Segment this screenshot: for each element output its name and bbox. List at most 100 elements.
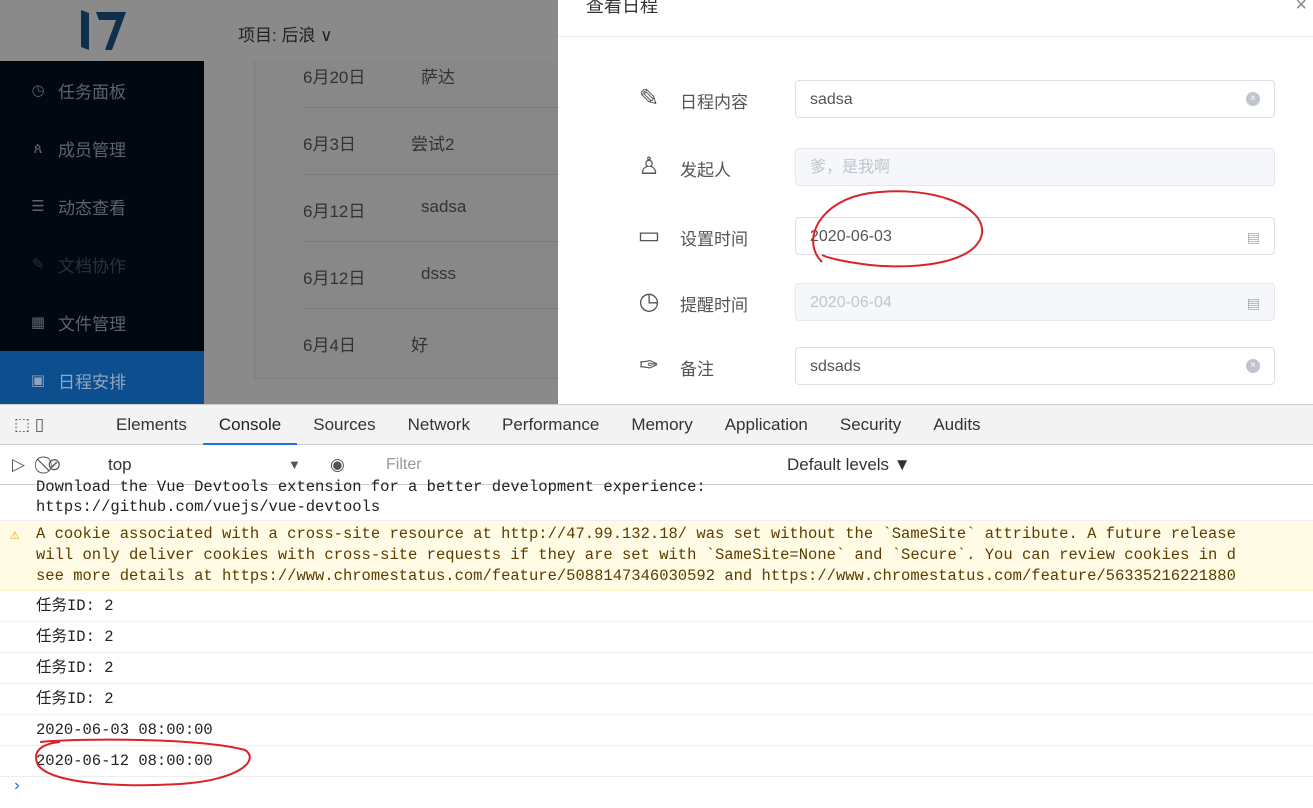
sidebar-toggle-icon[interactable]: ▷ [12,455,25,475]
schedule-date: 6月12日 [303,202,366,221]
sidebar-item-docs[interactable]: ✎ 文档协作 [0,235,204,293]
tab-security[interactable]: Security [824,405,917,445]
console-log: 任务ID: 2 [0,591,1313,622]
tab-network[interactable]: Network [392,405,486,445]
tab-memory[interactable]: Memory [615,405,708,445]
console-output: Download the Vue Devtools extension for … [0,477,1313,795]
tab-console[interactable]: Console [202,405,298,445]
sidebar-item-files[interactable]: ▦ 文件管理 [0,293,204,351]
reminder-time-input[interactable]: 2020-06-04 ▤ [795,283,1275,321]
pencil-icon: ✎ [638,85,660,112]
initiator-field: ♙ 发起人 爹，是我啊 [634,148,1275,188]
pin-icon: ✑ [638,352,660,379]
schedule-date: 6月4日 [303,336,356,355]
console-warning: ⚠ A cookie associated with a cross-site … [0,521,1313,591]
schedule-row[interactable]: 6月3日 尝试2 [303,108,583,175]
console-log: 2020-06-12 08:00:00 [0,746,1313,777]
link[interactable]: https://www.chromestatus.com/feature/508… [222,567,715,585]
sidebar-item-task-board[interactable]: ◷ 任务面板 [0,61,204,119]
sidebar-item-label: 任务面板 [58,82,126,102]
note-input[interactable]: sdsads × [795,347,1275,385]
app-page: 项目: 后浪 ∨ ◷ 任务面板 ጰ 成员管理 ☰ 动态查看 ✎ 文档协作 ▦ 文件管理 ▣… [0,0,1313,404]
tab-audits[interactable]: Audits [917,405,996,445]
content-input[interactable]: sadsa × [795,80,1275,118]
field-label: 提醒时间 [680,296,748,315]
set-time-field: ▭ 设置时间 2020-06-03 ▤ [634,217,1275,257]
view-schedule-dialog: 查看日程 × ✎ 日程内容 sadsa × ♙ 发起人 爹，是我啊 ▭ 设置时间 2020-0… [558,0,1313,404]
field-label: 发起人 [680,161,731,180]
sidebar-item-label: 日程安排 [58,372,126,392]
schedule-row[interactable]: 6月20日 萨达 [303,41,583,108]
input-value: 2020-06-04 [810,294,892,311]
note-field: ✑ 备注 sdsads × [634,347,1275,387]
message-text: and [715,567,762,585]
input-value: sdsads [810,358,861,375]
field-label: 备注 [680,360,714,379]
schedule-date: 6月3日 [303,135,356,154]
inspect-icon[interactable]: ⬚ ▯ [0,415,100,435]
initiator-input[interactable]: 爹，是我啊 [795,148,1275,186]
message-text: Download the Vue Devtools extension for … [36,478,706,496]
sidebar-item-label: 文档协作 [58,256,126,276]
close-icon[interactable]: × [1295,0,1307,17]
sidebar-item-members[interactable]: ጰ 成员管理 [0,119,204,177]
console-log: 任务ID: 2 [0,622,1313,653]
console-message: Download the Vue Devtools extension for … [0,477,1313,521]
schedule-date: 6月20日 [303,68,366,87]
schedule-title: sadsa [421,197,467,216]
divider [558,36,1313,37]
calendar-icon: ▤ [1246,295,1260,311]
link[interactable]: https://www.chromestatus.com/feature/563… [762,567,1236,585]
message-text: was set without the `SameSite` attribute… [687,525,1236,543]
sidebar: ◷ 任务面板 ጰ 成员管理 ☰ 动态查看 ✎ 文档协作 ▦ 文件管理 ▣ 日程安排 [0,61,204,404]
input-value: sadsa [810,91,853,108]
input-placeholder: 爹，是我啊 [810,159,891,176]
schedule-card: 6月20日 萨达 6月3日 尝试2 6月12日 sadsa 6月12日 dsss 6月4… [254,61,583,379]
edit-icon: ✎ [31,256,45,273]
content-field: ✎ 日程内容 sadsa × [634,80,1275,120]
console-log: 任务ID: 2 [0,653,1313,684]
tab-application[interactable]: Application [709,405,824,445]
link[interactable]: http://47.99.132.18/ [501,525,687,543]
logo [81,10,126,50]
console-log: 任务ID: 2 [0,684,1313,715]
input-value: 2020-06-03 [810,228,892,245]
sidebar-item-label: 成员管理 [58,140,126,160]
tab-performance[interactable]: Performance [486,405,615,445]
grid-icon: ▦ [30,314,46,331]
schedule-title: 好 [411,336,428,355]
schedule-content: 6月20日 萨达 6月3日 尝试2 6月12日 sadsa 6月12日 dsss 6月4… [204,61,583,404]
calendar-icon: ▣ [30,372,46,389]
console-prompt[interactable]: › [0,777,1313,795]
vue-devtools-link[interactable]: https://github.com/vuejs/vue-devtools [36,498,380,516]
field-label: 设置时间 [680,230,748,249]
sidebar-item-label: 动态查看 [58,198,126,218]
schedule-row[interactable]: 6月12日 dsss [303,242,583,309]
clear-icon[interactable]: × [1246,359,1260,373]
clear-console-icon[interactable]: ⃠⊘ [47,455,61,475]
eye-icon[interactable]: ◉ [330,455,345,475]
schedule-row[interactable]: 6月12日 sadsa [303,175,583,242]
chevron-down-icon[interactable]: ▼ [288,457,301,472]
message-text: A cookie associated with a cross-site re… [36,525,502,543]
sidebar-item-activity[interactable]: ☰ 动态查看 [0,177,204,235]
tab-sources[interactable]: Sources [297,405,391,445]
schedule-row[interactable]: 6月4日 好 [303,309,583,376]
calendar-icon: ▤ [1246,229,1260,245]
schedule-title: 尝试2 [411,135,455,154]
set-time-input[interactable]: 2020-06-03 ▤ [795,217,1275,255]
clear-icon[interactable]: × [1246,92,1260,106]
message-text: will only deliver cookies with cross-sit… [36,546,1236,564]
sidebar-item-schedule[interactable]: ▣ 日程安排 [0,351,204,404]
clock-icon: ◷ [31,82,45,99]
context-select[interactable]: top [108,455,132,475]
schedule-title: dsss [421,264,456,283]
devtools-tabs: ⬚ ▯ Elements Console Sources Network Per… [0,405,1313,445]
list-icon: ☰ [31,198,45,215]
levels-dropdown[interactable]: Default levels ▼ [787,455,911,475]
user-icon: ♙ [638,153,660,180]
console-log: 2020-06-03 08:00:00 [0,715,1313,746]
calendar-icon: ▭ [637,222,661,249]
dialog-title: 查看日程 [586,0,658,16]
tab-elements[interactable]: Elements [100,405,203,445]
